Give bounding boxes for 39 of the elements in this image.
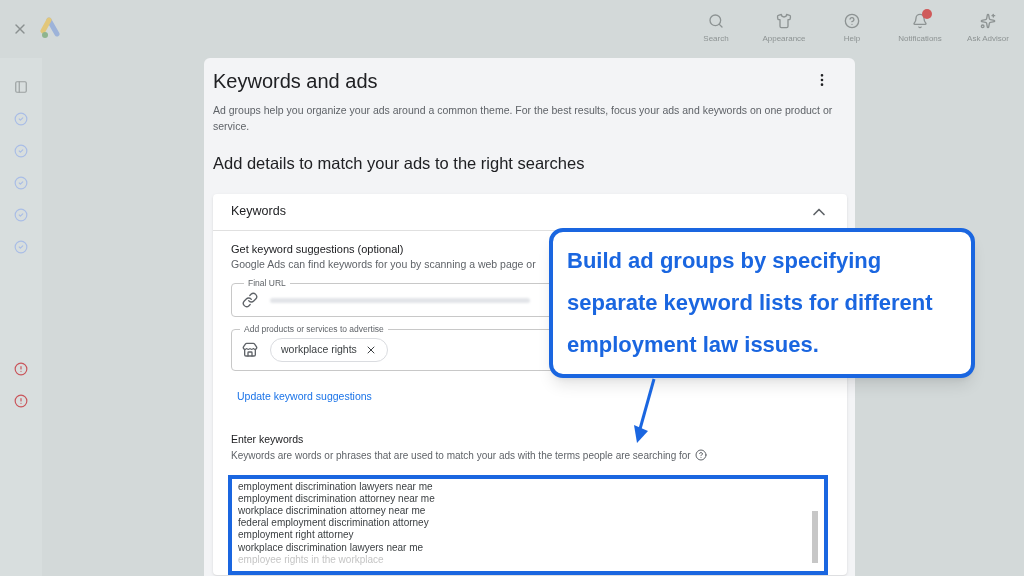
- field-label: Add products or services to advertise: [240, 323, 388, 336]
- check-circle-icon[interactable]: [14, 240, 28, 254]
- hint-text: Google Ads can find keywords for you by scanning a web page or: [231, 257, 536, 273]
- field-title: Get keyword suggestions (optional): [231, 241, 405, 257]
- keyword-line: employment discrimination lawyers near me: [238, 480, 434, 493]
- store-icon: [242, 342, 258, 358]
- search-icon: [708, 13, 724, 29]
- check-circle-icon[interactable]: [14, 208, 28, 222]
- toolbar-button[interactable]: Appearance: [756, 13, 812, 45]
- keyword-line: federal employment discrimination attorney: [238, 517, 430, 530]
- card-title: Keywords and ads: [213, 69, 378, 94]
- toolbar-button[interactable]: Ask Advisor: [960, 13, 1016, 45]
- toolbar-button[interactable]: Help: [824, 13, 880, 45]
- alert-badge-icon: [922, 9, 932, 19]
- alert-icon[interactable]: [14, 394, 28, 408]
- panel-title: Keywords: [231, 203, 286, 221]
- update-link[interactable]: Update keyword suggestions: [237, 389, 829, 405]
- check-circle-icon[interactable]: [14, 112, 28, 126]
- hint-text: Keywords are words or phrases that are used to match your ads with the terms people are searching for: [231, 448, 691, 463]
- alert-icon[interactable]: [14, 362, 28, 376]
- description: Ad groups help you organize your ads around a common theme. For the best results, focus your ads and keywords on one product or service.: [213, 103, 834, 134]
- notifications-icon: [912, 13, 928, 29]
- toolbar-button[interactable]: Search: [688, 13, 744, 45]
- check-circle-icon[interactable]: [14, 176, 28, 190]
- link-icon: [242, 292, 258, 308]
- keyword-line: workplace discrimination lawyers near me: [238, 541, 425, 554]
- field-title: Enter keywords: [231, 431, 305, 447]
- help-icon[interactable]: [694, 449, 707, 461]
- check-circle-icon[interactable]: [14, 144, 28, 158]
- help-icon: [844, 13, 860, 29]
- callout-tooltip: Build ad groups by specifying separate keyword lists for different employment law issues.: [549, 228, 975, 378]
- section-subtitle: Add details to match your ads to the right searches: [213, 153, 586, 174]
- toolbar-button[interactable]: Notifications: [892, 13, 948, 45]
- panel-icon[interactable]: [14, 80, 28, 94]
- scrollbar-icon[interactable]: [812, 510, 818, 563]
- keyword-line: employment discrimination attorney near me: [238, 492, 436, 505]
- keyword-line: workplace discrimination attorney near me: [238, 504, 427, 518]
- keywords-field[interactable]: [228, 474, 828, 575]
- keyword-line: employment right attorney: [238, 529, 355, 542]
